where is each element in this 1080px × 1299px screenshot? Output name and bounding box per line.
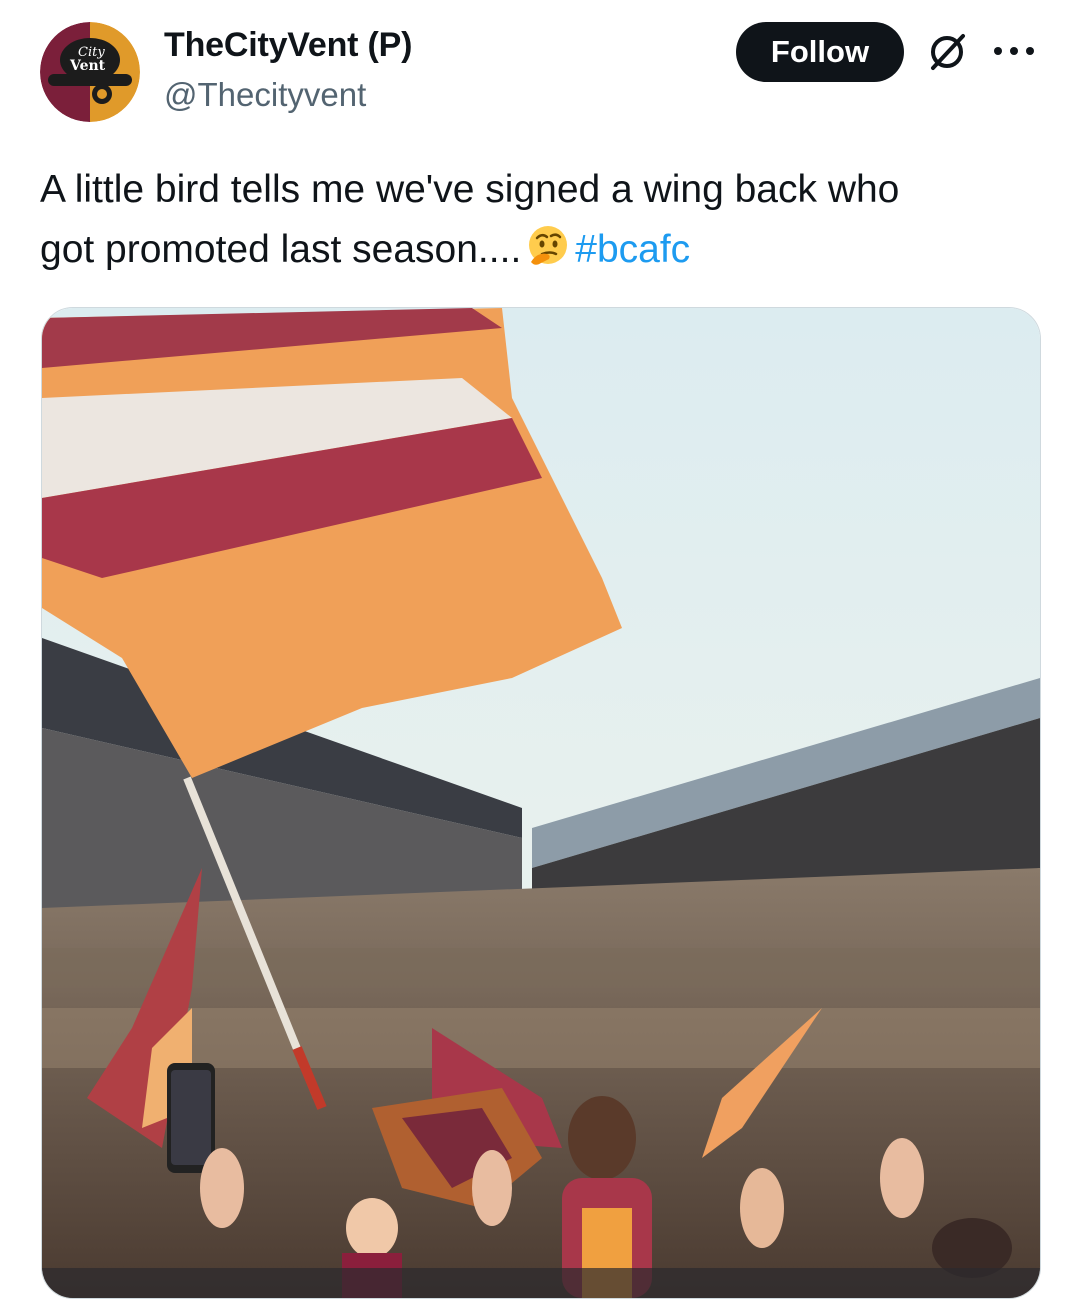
avatar[interactable]: City Vent	[40, 22, 140, 122]
tweet-text: A little bird tells me we've signed a wi…	[40, 160, 1040, 280]
grok-icon[interactable]	[925, 30, 969, 74]
tweet-text-line-2-body: got promoted last season....	[40, 228, 522, 271]
tweet-text-line-1: A little bird tells me we've signed a wi…	[40, 168, 900, 211]
author-display-name[interactable]: TheCityVent (P)	[164, 26, 412, 65]
stadium-celebration-photo	[42, 308, 1040, 1298]
svg-text:Vent: Vent	[69, 58, 106, 74]
thinking-face-emoji-icon	[529, 226, 568, 265]
follow-button[interactable]: Follow	[736, 22, 904, 82]
tweet-media-photo[interactable]	[41, 307, 1041, 1299]
thecityvent-logo-avatar-icon: City Vent	[40, 22, 140, 122]
hashtag-link[interactable]: #bcafc	[575, 228, 690, 271]
more-horizontal-icon[interactable]	[990, 36, 1038, 66]
tweet-text-line-2: got promoted last season.... #bcafc	[40, 220, 1040, 280]
author-handle[interactable]: @Thecityvent	[164, 76, 366, 114]
